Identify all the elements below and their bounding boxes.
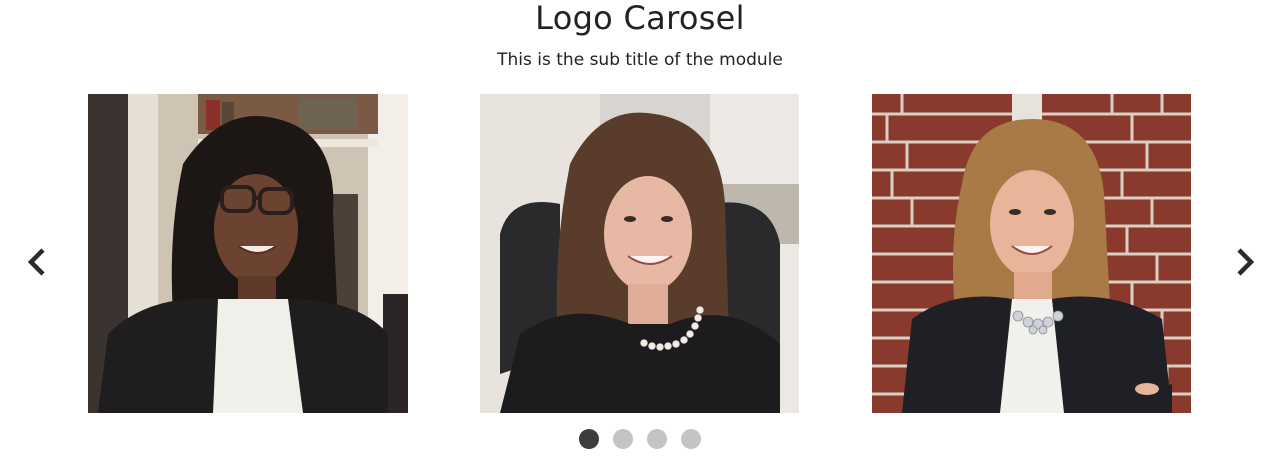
module-title: Logo Carosel xyxy=(535,0,745,37)
chevron-right-icon xyxy=(1237,248,1255,276)
pagination-dot-3[interactable] xyxy=(647,429,667,449)
carousel-slide-1[interactable] xyxy=(88,94,408,413)
pagination-dot-4[interactable] xyxy=(681,429,701,449)
portrait-image xyxy=(480,94,799,413)
pagination-dot-2[interactable] xyxy=(613,429,633,449)
portrait-image xyxy=(88,94,408,413)
chevron-left-icon xyxy=(27,248,45,276)
module-subtitle: This is the sub title of the module xyxy=(497,50,783,70)
carousel-slide-2[interactable] xyxy=(480,94,799,413)
carousel-slide-3[interactable] xyxy=(872,94,1191,413)
pagination-dot-1[interactable] xyxy=(579,429,599,449)
carousel-prev-button[interactable] xyxy=(22,240,52,284)
carousel-next-button[interactable] xyxy=(1230,240,1260,284)
portrait-image xyxy=(872,94,1191,413)
carousel-pagination xyxy=(0,429,1280,449)
